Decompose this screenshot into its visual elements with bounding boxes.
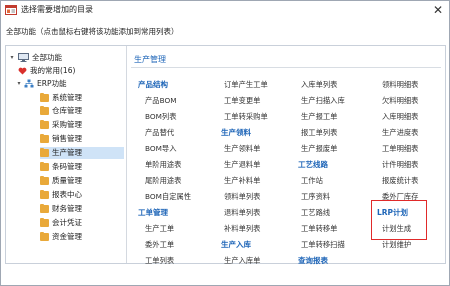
- tree-node-erp[interactable]: ▾ ERP功能: [15, 78, 124, 90]
- function-link[interactable]: 委外工单: [145, 240, 174, 250]
- function-link[interactable]: 工单转移扫描: [301, 240, 345, 250]
- footer: [1, 266, 449, 285]
- section-title: 生产管理: [134, 55, 166, 64]
- folder-icon: [40, 176, 49, 185]
- function-link[interactable]: 欠料明细表: [382, 96, 418, 106]
- tree-node-favorites[interactable]: 我的常用(16): [18, 65, 124, 77]
- tree-item-label: 销售管理: [52, 134, 82, 143]
- function-link[interactable]: 生产入库单: [224, 256, 260, 266]
- function-link[interactable]: 领料明细表: [382, 80, 418, 90]
- collapse-icon[interactable]: ▾: [8, 52, 16, 64]
- folder-icon: [40, 93, 49, 102]
- folder-icon: [40, 120, 49, 129]
- collapse-icon[interactable]: ▾: [15, 78, 23, 90]
- function-link[interactable]: 领料单列表: [224, 192, 260, 202]
- function-link[interactable]: BOM自定属性: [145, 192, 191, 202]
- heart-icon: [18, 67, 27, 75]
- tree-item-barcode[interactable]: 条码管理: [40, 161, 124, 173]
- tree-item-system[interactable]: 系统管理: [40, 92, 124, 104]
- folder-icon: [40, 134, 49, 143]
- function-link[interactable]: 工单列表: [145, 256, 174, 266]
- function-link[interactable]: 生产报工单: [301, 112, 337, 122]
- network-icon: [24, 79, 34, 88]
- function-link[interactable]: 退料单列表: [224, 208, 260, 218]
- function-link[interactable]: 生产工单: [145, 224, 174, 234]
- tree-label-erp: ERP功能: [37, 79, 67, 88]
- tree-item-finance[interactable]: 财务管理: [40, 203, 124, 215]
- computer-icon: [18, 53, 29, 62]
- folder-icon: [40, 190, 49, 199]
- tree-item-reports[interactable]: 报表中心: [40, 189, 124, 201]
- close-button[interactable]: ✕: [431, 3, 445, 17]
- instruction-text: 全部功能（点击鼠标右键将该功能添加到常用列表）: [6, 27, 179, 36]
- function-link[interactable]: 工艺路线: [301, 208, 330, 218]
- folder-icon: [40, 218, 49, 227]
- function-link[interactable]: BOM列表: [145, 112, 177, 122]
- dialog-window: 选择需要增加的目录 ✕ 全部功能（点击鼠标右键将该功能添加到常用列表） ▾ 全部…: [0, 0, 450, 286]
- group-header: 生产入库: [221, 240, 251, 249]
- function-link[interactable]: 工单转移单: [301, 224, 337, 234]
- tree-item-production[interactable]: 生产管理: [40, 147, 124, 159]
- tree-item-label: 采购管理: [52, 120, 82, 129]
- function-link[interactable]: 入库明细表: [382, 112, 418, 122]
- group-header: 查询报表: [298, 256, 328, 265]
- tree-item-label: 条码管理: [52, 162, 82, 171]
- tree-item-label: 质量管理: [52, 176, 82, 185]
- tree-item-purchase[interactable]: 采购管理: [40, 119, 124, 131]
- tree-node-root[interactable]: ▾ 全部功能: [8, 52, 124, 64]
- group-header: 工艺线路: [298, 160, 328, 169]
- function-link[interactable]: 生产进度表: [382, 128, 418, 138]
- folder-icon: [40, 148, 49, 157]
- function-link[interactable]: 工单变更单: [224, 96, 260, 106]
- function-link[interactable]: 生产退料单: [224, 160, 260, 170]
- group-header: 工单管理: [138, 208, 168, 217]
- tree-item-label: 仓库管理: [52, 106, 82, 115]
- folder-icon: [40, 232, 49, 241]
- function-link[interactable]: 尾阶用途表: [145, 176, 181, 186]
- function-link[interactable]: 产品BOM: [145, 96, 177, 106]
- function-link[interactable]: 计划维护: [382, 240, 411, 250]
- function-link[interactable]: 计件明细表: [382, 160, 418, 170]
- tree-item-label: 报表中心: [52, 190, 82, 199]
- group-header: 产品结构: [138, 80, 168, 89]
- tree-item-label: 系统管理: [52, 93, 82, 102]
- function-link[interactable]: 报工单列表: [301, 128, 337, 138]
- tree-item-label: 财务管理: [52, 204, 82, 213]
- function-link[interactable]: 工作站: [301, 176, 323, 186]
- function-link[interactable]: 生产领料单: [224, 144, 260, 154]
- function-link[interactable]: 报废统计表: [382, 176, 418, 186]
- function-link[interactable]: 生产报废单: [301, 144, 337, 154]
- tree-item-vouchers[interactable]: 会计凭证: [40, 217, 124, 229]
- function-link[interactable]: 入库单列表: [301, 80, 337, 90]
- function-link[interactable]: 工单明细表: [382, 144, 418, 154]
- tree-item-label: 会计凭证: [52, 218, 82, 227]
- function-link[interactable]: 订单产生工单: [224, 80, 268, 90]
- function-link[interactable]: 生产补料单: [224, 176, 260, 186]
- function-link[interactable]: BOM导入: [145, 144, 177, 154]
- app-icon: [5, 5, 17, 15]
- folder-icon: [40, 204, 49, 213]
- title-bar: 选择需要增加的目录 ✕: [1, 1, 449, 19]
- folder-icon: [40, 106, 49, 115]
- tree-item-label: 资金管理: [52, 232, 82, 241]
- tree-item-warehouse[interactable]: 仓库管理: [40, 105, 124, 117]
- function-link[interactable]: 工序资料: [301, 192, 330, 202]
- tree-item-label: 生产管理: [52, 148, 82, 157]
- function-link[interactable]: 单阶用途表: [145, 160, 181, 170]
- red-highlight-box: [371, 200, 427, 240]
- function-link[interactable]: 补料单列表: [224, 224, 260, 234]
- folder-icon: [40, 162, 49, 171]
- tree-label-favorites: 我的常用(16): [30, 66, 76, 75]
- tree-item-quality[interactable]: 质量管理: [40, 175, 124, 187]
- group-header: 生产领料: [221, 128, 251, 137]
- function-tree: ▾ 全部功能 我的常用(16) ▾ ERP功能 系统管理 仓库管理 采购管理 销…: [6, 46, 126, 263]
- tree-label-root: 全部功能: [32, 53, 62, 62]
- function-link[interactable]: 生产扫描入库: [301, 96, 345, 106]
- tree-item-funds[interactable]: 资金管理: [40, 231, 124, 243]
- function-link[interactable]: 工单转采购单: [224, 112, 268, 122]
- function-link[interactable]: 产品替代: [145, 128, 174, 138]
- tree-item-sales[interactable]: 销售管理: [40, 133, 124, 145]
- title-divider: [131, 67, 441, 68]
- window-title: 选择需要增加的目录: [21, 5, 93, 14]
